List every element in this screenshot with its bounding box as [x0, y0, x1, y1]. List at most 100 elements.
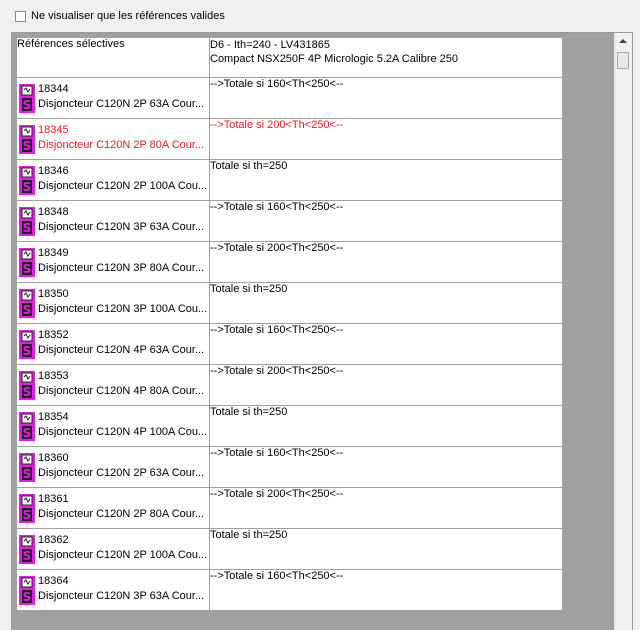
reference-cell[interactable]: S 18352 Disjoncteur C120N 4P 63A Cour...	[16, 323, 210, 365]
reference-cell[interactable]: S 18345 Disjoncteur C120N 2P 80A Cour...	[16, 118, 210, 160]
svg-text:S: S	[23, 344, 32, 358]
selectivity-cell[interactable]: Totale si th=250	[209, 528, 563, 570]
svg-text:S: S	[23, 549, 32, 563]
filter-bar: Ne visualiser que les références valides	[0, 0, 640, 32]
table-row[interactable]: S 18362 Disjoncteur C120N 2P 100A Cou... To…	[16, 528, 563, 570]
svg-text:S: S	[23, 139, 32, 153]
reference-description: Disjoncteur C120N 3P 100A Cou...	[38, 303, 208, 315]
reference-code: 18349	[38, 247, 69, 259]
selectivity-cell[interactable]: Totale si th=250	[209, 159, 563, 201]
reference-description: Disjoncteur C120N 4P 100A Cou...	[38, 426, 208, 438]
table-row[interactable]: S 18346 Disjoncteur C120N 2P 100A Cou... To…	[16, 159, 563, 201]
table-row[interactable]: S 18364 Disjoncteur C120N 3P 63A Cour... --…	[16, 569, 563, 611]
grid-viewport: Références sélectives D6 - Ith=240 - LV4…	[12, 33, 614, 630]
reference-description: Disjoncteur C120N 3P 63A Cour...	[38, 221, 205, 233]
selectivity-cell[interactable]: Totale si th=250	[209, 405, 563, 447]
breaker-product-icon: S	[19, 412, 35, 441]
selectivity-cell[interactable]: -->Totale si 200<Th<250<--	[209, 118, 563, 160]
svg-text:S: S	[23, 98, 32, 112]
reference-cell[interactable]: S 18346 Disjoncteur C120N 2P 100A Cou...	[16, 159, 210, 201]
column-header-references[interactable]: Références sélectives	[16, 37, 210, 78]
valid-refs-checkbox[interactable]	[15, 11, 26, 22]
svg-text:S: S	[23, 262, 32, 276]
reference-cell[interactable]: S 18348 Disjoncteur C120N 3P 63A Cour...	[16, 200, 210, 242]
table-header-row: Références sélectives D6 - Ith=240 - LV4…	[16, 37, 563, 78]
breaker-product-icon: S	[19, 371, 35, 400]
table-row[interactable]: S 18350 Disjoncteur C120N 3P 100A Cou... To…	[16, 282, 563, 324]
breaker-product-icon: S	[19, 535, 35, 564]
reference-code: 18345	[38, 124, 69, 136]
column-header-upstream-device[interactable]: D6 - Ith=240 - LV431865 Compact NSX250F …	[209, 37, 563, 78]
table-row[interactable]: S 18352 Disjoncteur C120N 4P 63A Cour... --…	[16, 323, 563, 365]
svg-text:S: S	[23, 590, 32, 604]
table-row[interactable]: S 18354 Disjoncteur C120N 4P 100A Cou... To…	[16, 405, 563, 447]
reference-cell[interactable]: S 18353 Disjoncteur C120N 4P 80A Cour...	[16, 364, 210, 406]
reference-code: 18348	[38, 206, 69, 218]
scrollbar-thumb[interactable]	[617, 52, 629, 69]
reference-cell[interactable]: S 18350 Disjoncteur C120N 3P 100A Cou...	[16, 282, 210, 324]
table-row[interactable]: S 18344 Disjoncteur C120N 2P 63A Cour... --…	[16, 77, 563, 119]
reference-code: 18361	[38, 493, 69, 505]
svg-text:S: S	[23, 426, 32, 440]
reference-code: 18364	[38, 575, 69, 587]
selectivity-cell[interactable]: -->Totale si 160<Th<250<--	[209, 77, 563, 119]
table-row[interactable]: S 18349 Disjoncteur C120N 3P 80A Cour... --…	[16, 241, 563, 283]
selectivity-cell[interactable]: -->Totale si 200<Th<250<--	[209, 364, 563, 406]
reference-cell[interactable]: S 18362 Disjoncteur C120N 2P 100A Cou...	[16, 528, 210, 570]
reference-description: Disjoncteur C120N 3P 63A Cour...	[38, 590, 205, 602]
selectivity-cell[interactable]: -->Totale si 160<Th<250<--	[209, 569, 563, 611]
reference-cell[interactable]: S 18354 Disjoncteur C120N 4P 100A Cou...	[16, 405, 210, 447]
selectivity-cell[interactable]: -->Totale si 200<Th<250<--	[209, 487, 563, 529]
reference-description: Disjoncteur C120N 3P 80A Cour...	[38, 262, 205, 274]
table-row[interactable]: S 18360 Disjoncteur C120N 2P 63A Cour... --…	[16, 446, 563, 488]
reference-description: Disjoncteur C120N 2P 100A Cou...	[38, 180, 208, 192]
reference-code: 18352	[38, 329, 69, 341]
reference-cell[interactable]: S 18349 Disjoncteur C120N 3P 80A Cour...	[16, 241, 210, 283]
breaker-product-icon: S	[19, 207, 35, 236]
vertical-scrollbar[interactable]	[614, 33, 632, 630]
svg-text:S: S	[23, 508, 32, 522]
upstream-device-id: D6 - Ith=240 - LV431865	[210, 39, 330, 51]
table-row[interactable]: S 18353 Disjoncteur C120N 4P 80A Cour... --…	[16, 364, 563, 406]
breaker-product-icon: S	[19, 494, 35, 523]
breaker-product-icon: S	[19, 84, 35, 113]
reference-description: Disjoncteur C120N 2P 80A Cour...	[38, 508, 205, 520]
selectivity-cell[interactable]: -->Totale si 160<Th<250<--	[209, 200, 563, 242]
table-row[interactable]: S 18345 Disjoncteur C120N 2P 80A Cour... --…	[16, 118, 563, 160]
reference-code: 18362	[38, 534, 69, 546]
svg-text:S: S	[23, 385, 32, 399]
scroll-up-arrow-icon[interactable]	[619, 39, 627, 43]
svg-text:S: S	[23, 221, 32, 235]
reference-code: 18353	[38, 370, 69, 382]
reference-code: 18360	[38, 452, 69, 464]
reference-code: 18350	[38, 288, 69, 300]
selectivity-cell[interactable]: -->Totale si 160<Th<250<--	[209, 446, 563, 488]
selectivity-grid-panel: Références sélectives D6 - Ith=240 - LV4…	[11, 32, 633, 630]
reference-cell[interactable]: S 18361 Disjoncteur C120N 2P 80A Cour...	[16, 487, 210, 529]
valid-refs-checkbox-label[interactable]: Ne visualiser que les références valides	[31, 10, 225, 22]
selectivity-cell[interactable]: Totale si th=250	[209, 282, 563, 324]
breaker-product-icon: S	[19, 453, 35, 482]
reference-description: Disjoncteur C120N 2P 63A Cour...	[38, 98, 205, 110]
svg-text:S: S	[23, 303, 32, 317]
svg-text:S: S	[23, 467, 32, 481]
reference-description: Disjoncteur C120N 2P 63A Cour...	[38, 467, 205, 479]
breaker-product-icon: S	[19, 125, 35, 154]
breaker-product-icon: S	[19, 330, 35, 359]
reference-code: 18346	[38, 165, 69, 177]
reference-description: Disjoncteur C120N 2P 80A Cour...	[38, 139, 205, 151]
reference-cell[interactable]: S 18360 Disjoncteur C120N 2P 63A Cour...	[16, 446, 210, 488]
breaker-product-icon: S	[19, 166, 35, 195]
breaker-product-icon: S	[19, 248, 35, 277]
reference-cell[interactable]: S 18344 Disjoncteur C120N 2P 63A Cour...	[16, 77, 210, 119]
reference-description: Disjoncteur C120N 4P 80A Cour...	[38, 385, 205, 397]
table-row[interactable]: S 18361 Disjoncteur C120N 2P 80A Cour... --…	[16, 487, 563, 529]
reference-cell[interactable]: S 18364 Disjoncteur C120N 3P 63A Cour...	[16, 569, 210, 611]
breaker-product-icon: S	[19, 289, 35, 318]
svg-text:S: S	[23, 180, 32, 194]
selectivity-table: Références sélectives D6 - Ith=240 - LV4…	[16, 37, 563, 611]
upstream-device-desc: Compact NSX250F 4P Micrologic 5.2A Calib…	[210, 53, 459, 65]
selectivity-cell[interactable]: -->Totale si 200<Th<250<--	[209, 241, 563, 283]
selectivity-cell[interactable]: -->Totale si 160<Th<250<--	[209, 323, 563, 365]
table-row[interactable]: S 18348 Disjoncteur C120N 3P 63A Cour... --…	[16, 200, 563, 242]
